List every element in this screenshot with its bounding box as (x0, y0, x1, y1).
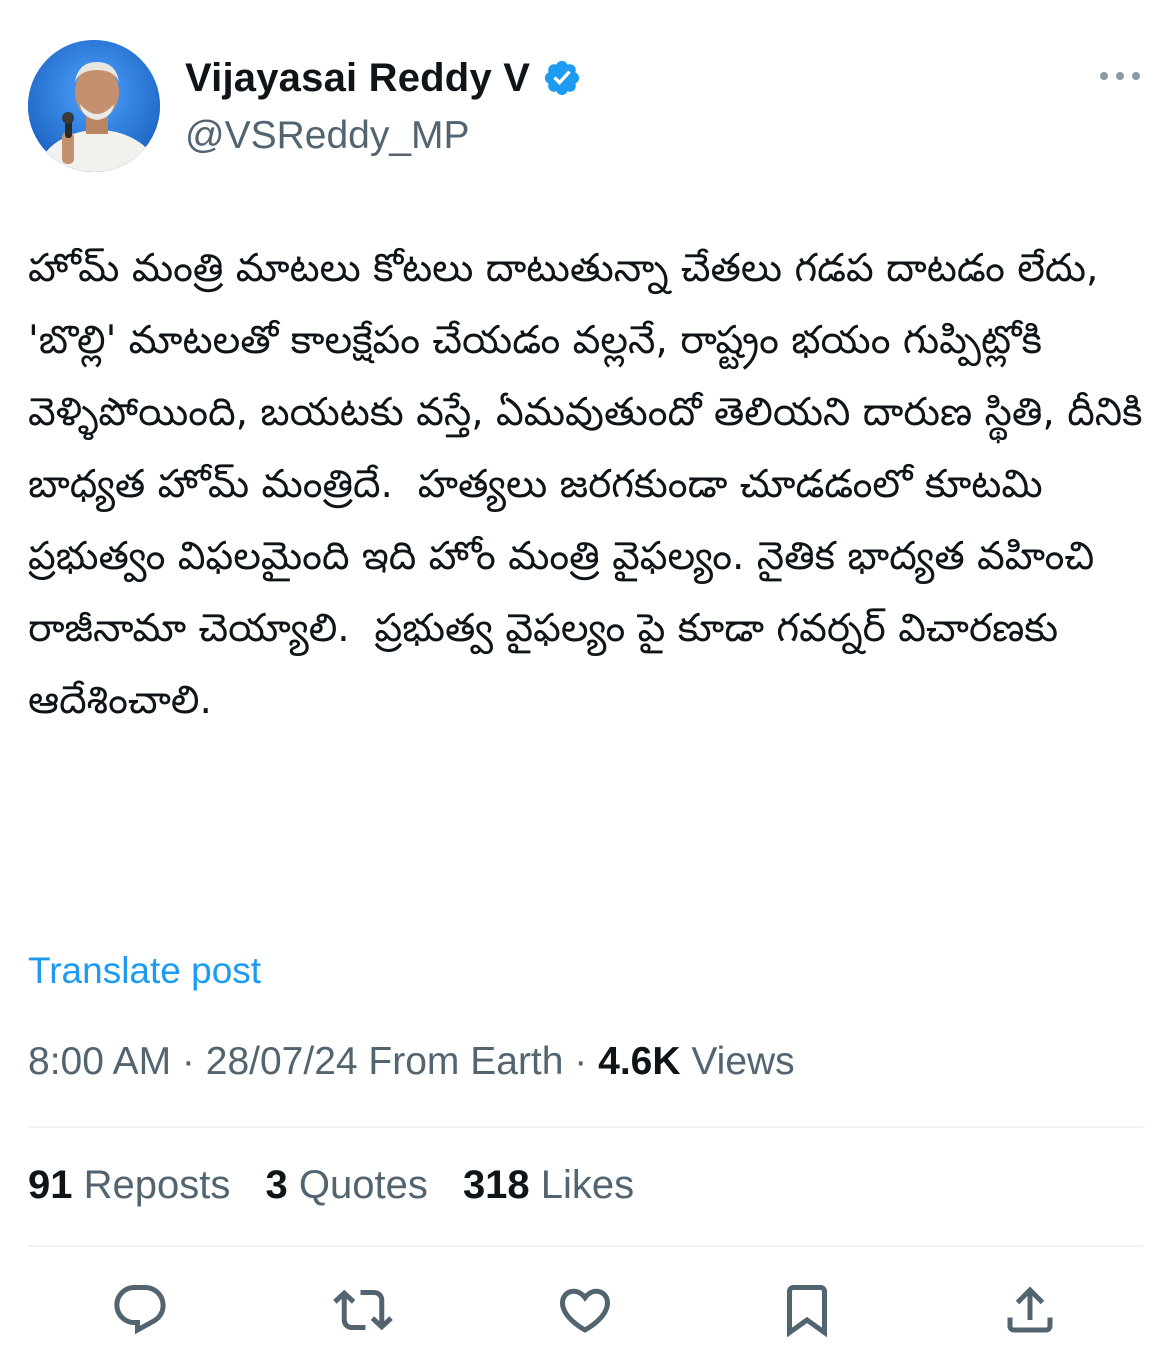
tweet-time[interactable]: 8:00 AM (28, 1040, 171, 1083)
like-icon[interactable] (553, 1278, 617, 1342)
meta-separator: · (563, 1040, 599, 1083)
likes-label: Likes (529, 1163, 635, 1207)
divider-top (28, 1126, 1143, 1128)
bookmark-icon[interactable] (775, 1278, 839, 1342)
tweet-text: హోమ్ మంత్రి మాటలు కోటలు దాటుతున్నా చేతలు… (28, 246, 1155, 723)
tweet-header: Vijayasai Reddy V @VSReddy_MP (28, 40, 1148, 172)
views-count[interactable]: 4.6K (598, 1040, 680, 1083)
quotes-stat[interactable]: 3 Quotes (265, 1163, 427, 1207)
quotes-count: 3 (265, 1163, 288, 1207)
display-name[interactable]: Vijayasai Reddy V (185, 56, 530, 101)
action-bar (0, 1278, 1170, 1348)
likes-count: 318 (462, 1163, 530, 1207)
likes-stat[interactable]: 318 Likes (463, 1163, 634, 1207)
views-label[interactable]: Views (681, 1040, 794, 1083)
author-names: Vijayasai Reddy V @VSReddy_MP (185, 50, 582, 158)
tweet-source: From Earth (357, 1040, 564, 1083)
handle[interactable]: @VSReddy_MP (185, 114, 582, 158)
quotes-label: Quotes (287, 1163, 428, 1207)
reposts-label: Reposts (72, 1163, 231, 1207)
tweet-stats: 91 Reposts 3 Quotes 318 Likes (28, 1163, 658, 1208)
tweet-meta: 8:00 AM · 28/07/24 From Earth · 4.6K Vie… (28, 1040, 795, 1084)
reposts-stat[interactable]: 91 Reposts (28, 1163, 230, 1207)
divider-bottom (28, 1245, 1143, 1247)
translate-post-link[interactable]: Translate post (28, 950, 261, 992)
repost-icon[interactable] (331, 1278, 395, 1342)
display-name-row: Vijayasai Reddy V (185, 50, 582, 106)
tweet-date[interactable]: 28/07/24 (206, 1040, 358, 1083)
avatar[interactable] (28, 40, 160, 172)
meta-separator: · (171, 1040, 206, 1083)
share-icon[interactable] (998, 1278, 1062, 1342)
reply-icon[interactable] (108, 1278, 172, 1342)
verified-badge-icon (542, 58, 582, 98)
reposts-count: 91 (28, 1163, 73, 1207)
more-icon[interactable] (1098, 66, 1142, 86)
